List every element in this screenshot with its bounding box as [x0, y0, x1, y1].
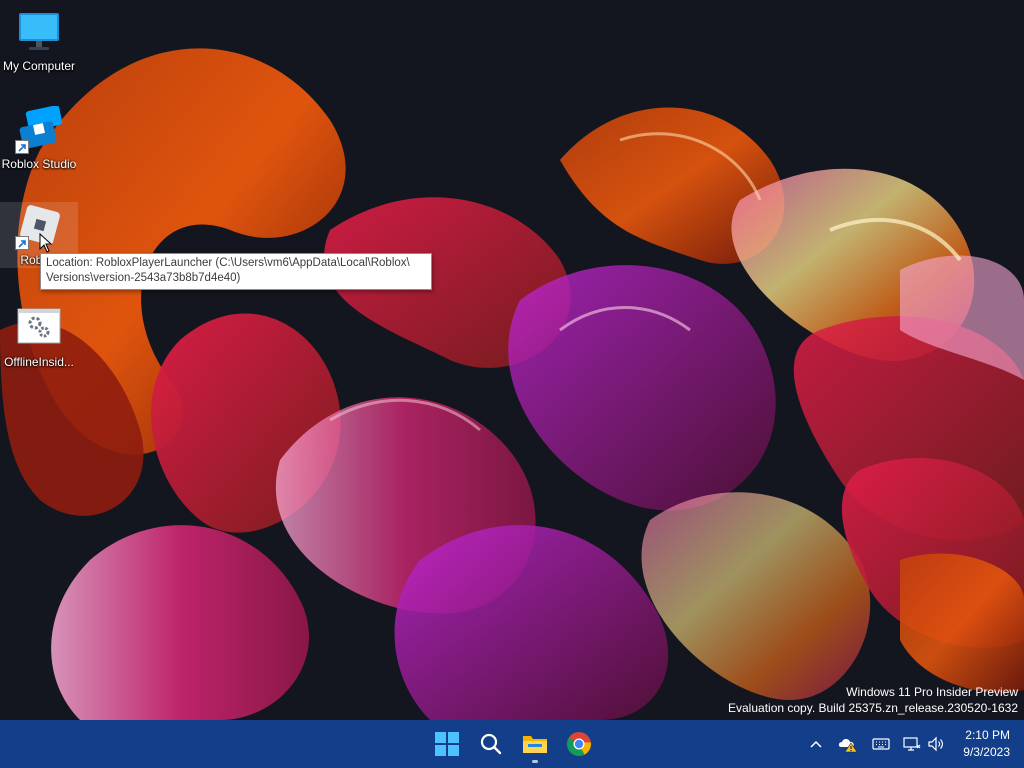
file-explorer-icon	[523, 736, 547, 753]
taskbar: 2:10 PM 9/3/2023	[0, 720, 1024, 768]
watermark-edition: Windows 11 Pro Insider Preview	[846, 685, 1018, 699]
onedrive-tray-button[interactable]	[834, 720, 862, 768]
mouse-cursor-icon	[39, 233, 53, 253]
chrome-icon	[567, 732, 591, 756]
desktop-icon-label: Roblox Studio	[1, 157, 77, 171]
chevron-up-icon	[810, 740, 822, 748]
evaluation-watermark: Windows 11 Pro Insider Preview Evaluatio…	[728, 684, 1018, 716]
desktop-icon-label: My Computer	[2, 59, 76, 73]
desktop-icon-my-computer[interactable]: My Computer	[0, 8, 78, 73]
desktop-icon-offline-insider[interactable]: OfflineInsid...	[0, 304, 78, 369]
chrome-button[interactable]	[559, 724, 599, 764]
clock-time: 2:10 PM	[965, 728, 1010, 742]
volume-icon	[928, 736, 943, 752]
tooltip-line: Versions\version-2543a73b8b7d4e40)	[46, 272, 241, 284]
shortcut-arrow-icon	[15, 140, 29, 154]
file-explorer-button[interactable]	[515, 724, 555, 764]
search-button[interactable]	[471, 724, 511, 764]
start-icon	[435, 732, 459, 756]
desktop-icon-label: OfflineInsid...	[4, 355, 74, 369]
roblox-studio-icon	[15, 105, 63, 154]
network-tray-button[interactable]	[900, 720, 924, 768]
wallpaper	[0, 0, 1024, 720]
volume-tray-button[interactable]	[924, 720, 948, 768]
onedrive-warning-icon	[838, 739, 858, 753]
settings-window-icon	[15, 304, 63, 352]
keyboard-tray-button[interactable]	[868, 720, 894, 768]
show-hidden-icons-button[interactable]	[804, 720, 828, 768]
clock-date: 9/3/2023	[963, 745, 1010, 759]
tooltip-line: Location: RobloxPlayerLauncher (C:\Users…	[46, 257, 410, 269]
search-icon	[480, 733, 502, 755]
shortcut-arrow-icon	[15, 236, 29, 250]
start-button[interactable]	[427, 724, 467, 764]
network-icon	[903, 737, 921, 751]
location-tooltip: Location: RobloxPlayerLauncher (C:\Users…	[40, 253, 432, 290]
clock[interactable]: 2:10 PM 9/3/2023	[963, 727, 1010, 761]
running-indicator	[532, 760, 538, 763]
desktop[interactable]: My Computer Roblox Studio Roblox Offline…	[0, 0, 1024, 720]
keyboard-icon	[872, 738, 890, 750]
watermark-build: Evaluation copy. Build 25375.zn_release.…	[728, 701, 1018, 715]
desktop-icon-roblox-studio[interactable]: Roblox Studio	[0, 105, 78, 171]
monitor-icon	[15, 8, 63, 56]
